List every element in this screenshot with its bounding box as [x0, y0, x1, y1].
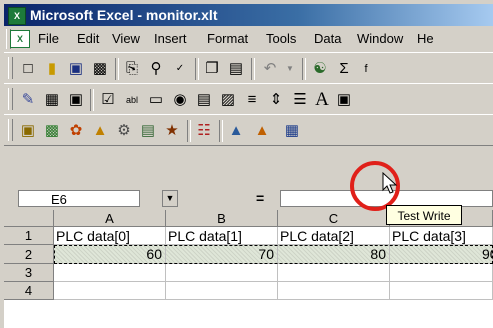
combo-box-icon[interactable]: ▨	[218, 90, 238, 110]
test-read-icon[interactable]: ▲	[226, 121, 246, 141]
mouse-pointer-icon	[382, 172, 398, 194]
edit-formula-button[interactable]: =	[256, 190, 264, 206]
menu-file[interactable]: File	[38, 31, 59, 46]
plc-grid-icon[interactable]: ☷	[194, 121, 214, 141]
toolbar-grip[interactable]	[8, 57, 13, 79]
open-icon[interactable]: ▮	[42, 59, 62, 79]
worksheet-grid: A B C D 1 PLC data[0] PLC data[1] PLC da…	[4, 210, 493, 328]
window-title: Microsoft Excel - monitor.xlt	[30, 7, 218, 23]
workbook-icon[interactable]: X	[10, 30, 30, 48]
column-header-c[interactable]: C	[278, 210, 390, 227]
scroll-bar-icon[interactable]: ≡	[242, 90, 262, 110]
name-box-dropdown-icon[interactable]: ▼	[162, 190, 178, 207]
spinner-icon[interactable]: ⇕	[266, 90, 286, 110]
option-button-icon[interactable]: ◉	[170, 90, 190, 110]
cell-c2[interactable]: 80	[278, 245, 390, 264]
cell-c3[interactable]	[278, 264, 390, 282]
excel-window: X Microsoft Excel - monitor.xlt X File E…	[0, 0, 493, 328]
name-box[interactable]: E6	[18, 190, 140, 207]
toolbar-separator	[302, 58, 306, 80]
toolbar-grip[interactable]	[8, 119, 13, 141]
plc-toolbar: ▣ ▩ ✿ ▲ ⚙ ▤ ★ ☷ ▲ ▲ ▦	[4, 114, 493, 146]
plc-stop-icon[interactable]: ▦	[282, 121, 302, 141]
menu-bar: X File Edit View Insert Format Tools Dat…	[4, 26, 493, 52]
text-a-icon[interactable]: A	[312, 90, 332, 110]
plc-start-icon[interactable]: ▲	[90, 121, 110, 141]
checkbox-icon[interactable]: ☑	[98, 90, 118, 110]
save-icon[interactable]: ▣	[66, 59, 86, 79]
row-header-3[interactable]: 3	[4, 264, 54, 282]
cell-b2[interactable]: 70	[166, 245, 278, 264]
column-header-a[interactable]: A	[54, 210, 166, 227]
print-icon[interactable]: ⎘	[122, 59, 142, 79]
cell-b4[interactable]	[166, 282, 278, 300]
cell-c4[interactable]	[278, 282, 390, 300]
menu-tools[interactable]: Tools	[266, 31, 296, 46]
menu-window[interactable]: Window	[357, 31, 403, 46]
row-header-4[interactable]: 4	[4, 282, 54, 300]
button-icon[interactable]: ▣	[66, 90, 86, 110]
cell-b1[interactable]: PLC data[1]	[166, 227, 278, 245]
toolbar-separator	[195, 58, 199, 80]
toolbar-separator	[187, 120, 191, 142]
toolbar-separator	[219, 120, 223, 142]
new-icon[interactable]: □	[18, 59, 38, 79]
title-bar: X Microsoft Excel - monitor.xlt	[4, 4, 493, 26]
print-preview-icon[interactable]: ⚲	[146, 59, 166, 79]
list-icon[interactable]: ☰	[290, 90, 310, 110]
cell-a3[interactable]	[54, 264, 166, 282]
paste-function-icon[interactable]: f	[356, 59, 376, 79]
group-box-icon[interactable]: ▦	[42, 90, 62, 110]
list-box-icon[interactable]: ▤	[194, 90, 214, 110]
cell-d4[interactable]	[390, 282, 493, 300]
spelling-icon[interactable]: ✓	[170, 59, 190, 79]
plc-read-icon[interactable]: ⚙	[114, 121, 134, 141]
menu-view[interactable]: View	[112, 31, 140, 46]
copy-icon[interactable]: ❐	[202, 59, 222, 79]
autosum-icon[interactable]: Σ	[334, 59, 354, 79]
menu-edit[interactable]: Edit	[77, 31, 99, 46]
toolbar-separator	[90, 89, 94, 111]
insert-hyperlink-icon[interactable]: ☯	[310, 59, 330, 79]
menu-insert[interactable]: Insert	[154, 31, 187, 46]
tooltip: Test Write	[386, 205, 462, 225]
image-icon[interactable]: ▣	[334, 90, 354, 110]
cell-a1[interactable]: PLC data[0]	[54, 227, 166, 245]
test-write-icon[interactable]: ▲	[252, 121, 272, 141]
menu-data[interactable]: Data	[314, 31, 341, 46]
paste-icon[interactable]: ▤	[226, 59, 246, 79]
cell-d2[interactable]: 90	[390, 245, 493, 264]
cell-a2[interactable]: 60	[54, 245, 166, 264]
undo-dropdown-icon[interactable]: ▼	[280, 59, 300, 79]
toolbar-separator	[115, 58, 119, 80]
edit-box-icon[interactable]: abl	[122, 90, 142, 110]
plc-setup-icon[interactable]: ▤	[138, 121, 158, 141]
toolbar-separator	[251, 58, 255, 80]
standard-toolbar: □ ▮ ▣ ▩ ⎘ ⚲ ✓ ❐ ▤ ↶ ▼ ☯ Σ f	[4, 52, 493, 85]
cell-b3[interactable]	[166, 264, 278, 282]
group-frame-icon[interactable]: ▭	[146, 90, 166, 110]
cell-d3[interactable]	[390, 264, 493, 282]
plc-tag-icon[interactable]: ★	[162, 121, 182, 141]
row-header-2[interactable]: 2	[4, 245, 54, 264]
cell-a4[interactable]	[54, 282, 166, 300]
menu-format[interactable]: Format	[207, 31, 248, 46]
plc-connect-icon[interactable]: ▣	[18, 121, 38, 141]
forms-toolbar: ✎ ▦ ▣ ☑ abl ▭ ◉ ▤ ▨ ≡ ⇕ ☰ A ▣	[4, 83, 493, 116]
select-all-corner[interactable]	[4, 210, 54, 227]
toolbar-grip[interactable]	[8, 88, 13, 110]
excel-app-icon[interactable]: X	[8, 7, 26, 25]
column-header-b[interactable]: B	[166, 210, 278, 227]
print-setup-icon[interactable]: ▩	[90, 59, 110, 79]
row-header-1[interactable]: 1	[4, 227, 54, 245]
cell-c1[interactable]: PLC data[2]	[278, 227, 390, 245]
plc-device-icon[interactable]: ▩	[42, 121, 62, 141]
plc-monitor-icon[interactable]: ✿	[66, 121, 86, 141]
menu-help[interactable]: He	[417, 31, 434, 46]
label-icon[interactable]: ✎	[18, 90, 38, 110]
undo-icon[interactable]: ↶	[260, 59, 280, 79]
cell-d1[interactable]: PLC data[3]	[390, 227, 493, 245]
